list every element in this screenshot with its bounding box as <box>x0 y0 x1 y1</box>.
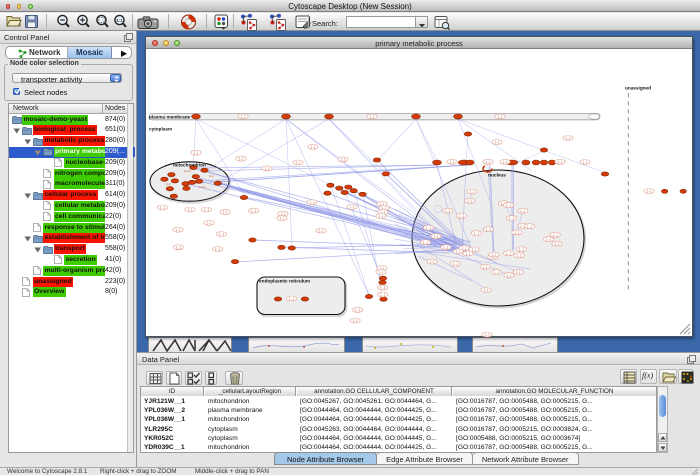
svg-text:1:1: 1:1 <box>116 18 123 23</box>
svg-text:[mito]: [mito] <box>199 185 206 189</box>
svg-text:[...]: [...] <box>353 319 358 323</box>
svg-text:[...]: [...] <box>207 221 212 225</box>
svg-text:[...]: [...] <box>506 251 511 255</box>
svg-text:[...]: [...] <box>553 233 558 237</box>
svg-text:[...]: [...] <box>239 157 244 161</box>
svg-text:[...]: [...] <box>434 234 439 238</box>
svg-text:[mt]: [mt] <box>209 174 214 178</box>
svg-text:[...]: [...] <box>370 115 375 119</box>
svg-text:[...]: [...] <box>423 240 428 244</box>
svg-text:[...]: [...] <box>566 136 571 140</box>
svg-text:[...]: [...] <box>265 167 270 171</box>
svg-text:[...]: [...] <box>350 205 355 209</box>
svg-text:[...]: [...] <box>483 265 488 269</box>
svg-text:[mt]: [mt] <box>166 182 171 186</box>
svg-text:[...]: [...] <box>176 228 181 232</box>
svg-text:[...]: [...] <box>509 216 514 220</box>
svg-text:[...]: [...] <box>379 214 384 218</box>
svg-text:[...]: [...] <box>470 190 475 194</box>
svg-text:unassigned: unassigned <box>625 86 651 91</box>
svg-text:[...]: [...] <box>215 247 220 251</box>
svg-text:[...]: [...] <box>492 253 497 257</box>
svg-text:[...]: [...] <box>223 210 228 214</box>
svg-text:[...]: [...] <box>468 199 473 203</box>
svg-text:[...]: [...] <box>546 237 551 241</box>
svg-text:endoplasmic reticulum: endoplasmic reticulum <box>259 279 310 284</box>
svg-text:[...]: [...] <box>498 115 503 119</box>
svg-text:[...]: [...] <box>280 216 285 220</box>
svg-text:[...]: [...] <box>444 245 449 249</box>
svg-text:[mito]: [mito] <box>184 169 191 173</box>
svg-text:[...]: [...] <box>445 209 450 213</box>
svg-text:[...]: [...] <box>219 232 224 236</box>
svg-text:[...]: [...] <box>495 140 500 144</box>
svg-text:nucleus: nucleus <box>488 173 506 178</box>
svg-text:[...]: [...] <box>380 293 385 297</box>
svg-text:[...]: [...] <box>341 158 346 162</box>
svg-text:[...]: [...] <box>296 161 301 165</box>
svg-text:[...]: [...] <box>517 254 522 258</box>
svg-text:[...]: [...] <box>459 214 464 218</box>
svg-text:[...]: [...] <box>241 115 246 119</box>
svg-text:[...]: [...] <box>310 200 315 204</box>
svg-text:[...]: [...] <box>160 206 165 210</box>
svg-text:[...]: [...] <box>527 224 532 228</box>
svg-text:[...]: [...] <box>466 252 471 256</box>
svg-text:mitochondrion: mitochondrion <box>173 163 206 168</box>
svg-text:[...]: [...] <box>453 262 458 266</box>
svg-text:[...]: [...] <box>647 189 652 193</box>
svg-text:[...]: [...] <box>516 270 521 274</box>
svg-text:[...]: [...] <box>555 242 560 246</box>
svg-text:[...]: [...] <box>485 333 490 337</box>
svg-text:[...]: [...] <box>558 160 563 164</box>
svg-text:[...]: [...] <box>426 226 431 230</box>
svg-text:[...]: [...] <box>486 227 491 231</box>
svg-text:[...]: [...] <box>472 248 477 252</box>
svg-text:[...]: [...] <box>506 203 511 207</box>
svg-text:[...]: [...] <box>251 209 256 213</box>
svg-text:[...]: [...] <box>176 245 181 249</box>
svg-text:[...]: [...] <box>474 231 479 235</box>
svg-text:[...]: [...] <box>204 208 209 212</box>
svg-text:[...]: [...] <box>281 212 286 216</box>
svg-text:[...]: [...] <box>379 270 384 274</box>
svg-text:[...]: [...] <box>583 160 588 164</box>
svg-text:[...]: [...] <box>521 209 526 213</box>
svg-text:[...]: [...] <box>430 260 435 264</box>
svg-text:cytoplasm: cytoplasm <box>149 127 172 132</box>
svg-text:[...]: [...] <box>450 160 455 164</box>
svg-text:[...]: [...] <box>503 160 508 164</box>
svg-text:[...]: [...] <box>311 145 316 149</box>
svg-text:[...]: [...] <box>494 270 499 274</box>
svg-text:[...]: [...] <box>484 288 489 292</box>
svg-text:[...]: [...] <box>507 273 512 277</box>
svg-text:[...]: [...] <box>462 246 467 250</box>
svg-text:[...]: [...] <box>380 286 385 290</box>
svg-text:plasma membrane: plasma membrane <box>149 114 191 119</box>
svg-text:[...]: [...] <box>355 308 360 312</box>
svg-text:[...]: [...] <box>194 151 199 155</box>
svg-text:[...]: [...] <box>519 247 524 251</box>
svg-text:[...]: [...] <box>319 229 324 233</box>
svg-text:[...]: [...] <box>289 297 294 301</box>
svg-text:[...]: [...] <box>188 208 193 212</box>
svg-text:[...]: [...] <box>515 231 520 235</box>
svg-text:[...]: [...] <box>486 160 491 164</box>
svg-text:[...]: [...] <box>456 250 461 254</box>
